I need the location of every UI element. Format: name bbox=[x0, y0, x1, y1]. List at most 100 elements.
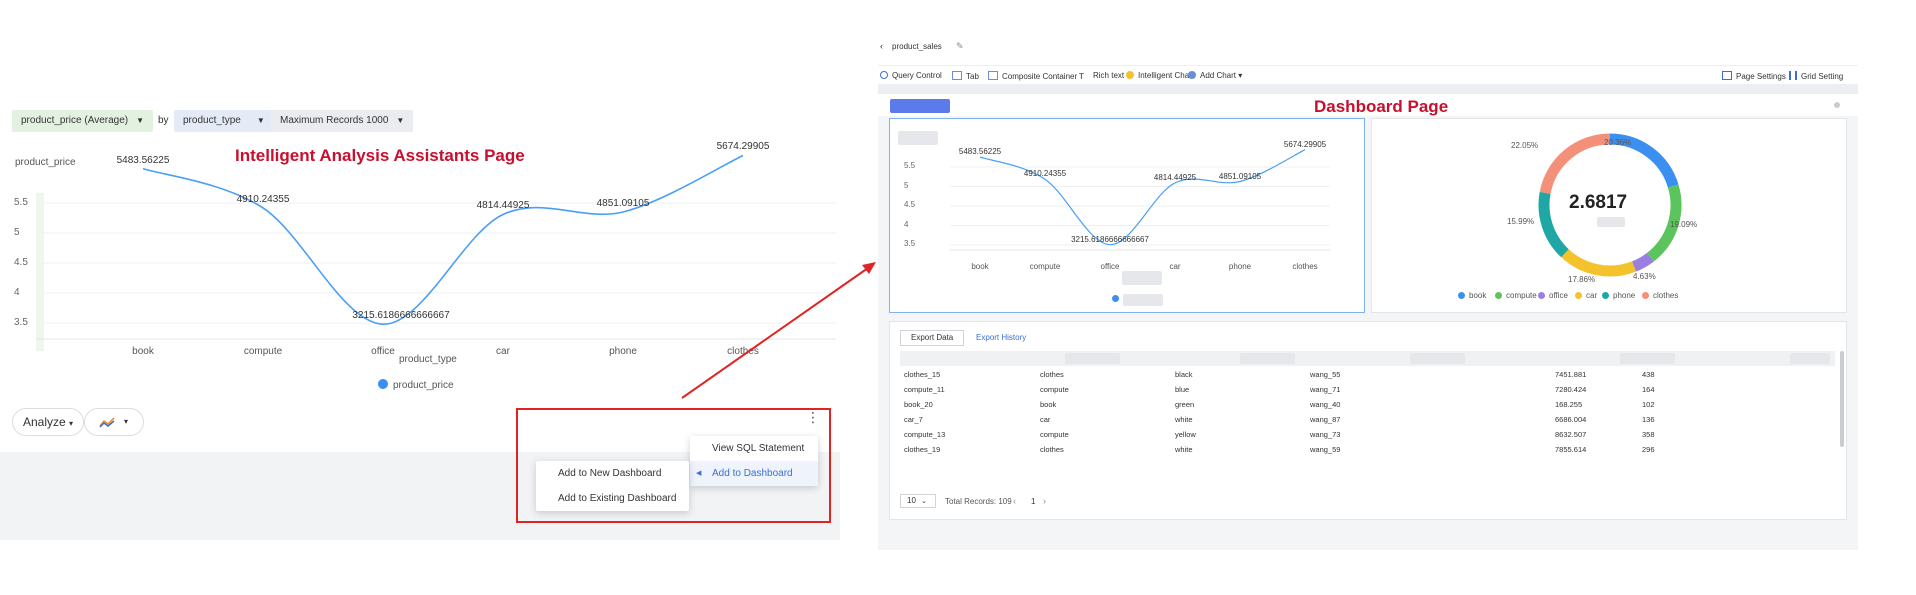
table-cell: 438 bbox=[1642, 370, 1655, 379]
table-cell: 7855.614 bbox=[1555, 445, 1587, 454]
table-cell: car_7 bbox=[904, 415, 923, 424]
toolbar-page-settings[interactable]: Page Settings bbox=[1722, 71, 1786, 81]
toolbar-tab[interactable]: Tab bbox=[952, 71, 979, 81]
table-cell: book bbox=[1040, 400, 1057, 409]
toolbar-rich-text[interactable]: T Rich text bbox=[1079, 71, 1124, 81]
table-cell: wang_59 bbox=[1310, 445, 1341, 454]
current-page[interactable]: 1 bbox=[1031, 497, 1035, 506]
search-icon bbox=[880, 71, 888, 79]
legend-label: car bbox=[1586, 291, 1598, 300]
table-header bbox=[900, 351, 1835, 366]
table-cell: clothes_15 bbox=[904, 370, 941, 379]
x-tick-label: clothes bbox=[1292, 262, 1318, 271]
donut-slice[interactable] bbox=[1561, 249, 1636, 277]
blurred-axis-label bbox=[1122, 271, 1162, 285]
canvas-header-bar bbox=[878, 84, 1858, 94]
chevron-down-icon: ⌄ bbox=[921, 498, 928, 505]
legend-label: phone bbox=[1613, 291, 1636, 300]
total-records: Total Records: 109 bbox=[945, 497, 1012, 506]
dashboard-line-card[interactable]: 5.5 5 4.5 4 3.5 5483.56225 book 4910.24355 compu… bbox=[889, 118, 1365, 313]
edit-icon[interactable]: ✎ bbox=[956, 41, 964, 52]
y-tick-label: 4.5 bbox=[904, 200, 916, 209]
donut-slice[interactable] bbox=[1538, 191, 1569, 258]
donut-legend-item[interactable]: clothes bbox=[1642, 291, 1678, 300]
x-tick-label: office bbox=[1100, 262, 1120, 271]
data-label: 5483.56225 bbox=[958, 147, 1002, 157]
table-cell: black bbox=[1175, 370, 1193, 379]
table-cell: wang_87 bbox=[1310, 415, 1341, 424]
legend-label: clothes bbox=[1653, 291, 1679, 300]
table-cell: wang_73 bbox=[1310, 430, 1341, 439]
donut-slice[interactable] bbox=[1539, 133, 1611, 195]
settings-icon bbox=[1722, 71, 1732, 80]
slice-pct-book: 20.36% bbox=[1604, 138, 1632, 147]
toolbar-composite-container[interactable]: Composite Container bbox=[988, 71, 1077, 81]
donut-center-value: 2.6817 bbox=[1569, 192, 1628, 213]
table-cell: compute_13 bbox=[904, 430, 946, 439]
tab-export-history[interactable]: Export History bbox=[976, 333, 1026, 342]
table-scrollbar[interactable] bbox=[1840, 351, 1844, 447]
data-label: 4814.44925 bbox=[1153, 172, 1197, 182]
blurred-header bbox=[1065, 353, 1120, 364]
dashboard-donut-card[interactable]: 2.6817 20.36% 19.09% 4.63% 17.86% 15.99%… bbox=[1371, 118, 1847, 313]
data-label: 4910.24355 bbox=[1023, 169, 1067, 179]
legend-dot-icon bbox=[1458, 292, 1465, 299]
blurred-header bbox=[1240, 353, 1295, 364]
spark-icon bbox=[1126, 71, 1134, 79]
table-cell: car bbox=[1040, 415, 1051, 424]
donut-legend-item[interactable]: car bbox=[1575, 291, 1597, 300]
table-cell: 164 bbox=[1642, 385, 1655, 394]
next-page-icon[interactable]: › bbox=[1043, 496, 1046, 506]
prev-page-icon[interactable]: ‹ bbox=[1013, 496, 1016, 506]
legend-dot-icon bbox=[1495, 292, 1502, 299]
table-cell: clothes_19 bbox=[904, 445, 941, 454]
legend-dot-icon bbox=[1602, 292, 1609, 299]
x-tick-label: car bbox=[1169, 262, 1181, 271]
slice-pct-phone: 15.99% bbox=[1507, 217, 1535, 226]
blurred-button[interactable] bbox=[890, 99, 950, 113]
data-label: 5674.29905 bbox=[1283, 139, 1327, 149]
donut-legend-item[interactable]: book bbox=[1458, 291, 1486, 300]
grid-icon bbox=[1789, 71, 1797, 80]
table-cell: 102 bbox=[1642, 400, 1655, 409]
toolbar-grid-setting[interactable]: Grid Setting bbox=[1789, 71, 1843, 81]
donut-legend-item[interactable]: compute bbox=[1495, 291, 1537, 300]
table-cell: 296 bbox=[1642, 445, 1655, 454]
status-dot-icon bbox=[1834, 102, 1840, 108]
table-cell: white bbox=[1175, 415, 1193, 424]
legend-dot-icon bbox=[1642, 292, 1649, 299]
legend-label: compute bbox=[1506, 291, 1537, 300]
table-cell: yellow bbox=[1175, 430, 1196, 439]
table-cell: compute bbox=[1040, 385, 1069, 394]
toolbar-divider bbox=[878, 65, 1858, 66]
blurred-header bbox=[1410, 353, 1465, 364]
table-cell: 6686.004 bbox=[1555, 415, 1587, 424]
donut-legend-item[interactable]: phone bbox=[1602, 291, 1635, 300]
y-tick-label: 5.5 bbox=[904, 161, 916, 170]
toolbar-intelligent-chart[interactable]: Intelligent Chart bbox=[1126, 71, 1194, 80]
toolbar-query-control[interactable]: Query Control bbox=[880, 71, 942, 80]
legend-dot-icon bbox=[1112, 295, 1119, 302]
dashboard-page: ‹ product_sales ✎ Query Control Tab Comp… bbox=[878, 38, 1858, 550]
legend-dot-icon bbox=[1575, 292, 1582, 299]
toolbar-add-chart[interactable]: Add Chart ▾ bbox=[1188, 71, 1242, 80]
chevron-down-icon: ▾ bbox=[1238, 71, 1243, 80]
table-cell: 168.255 bbox=[1555, 400, 1583, 409]
x-tick-label: compute bbox=[1029, 262, 1061, 271]
table-cell: 8632.507 bbox=[1555, 430, 1587, 439]
table-cell: book_20 bbox=[904, 400, 933, 409]
table-cell: wang_40 bbox=[1310, 400, 1341, 409]
table-cell: compute_11 bbox=[904, 385, 945, 394]
x-tick-label: book bbox=[971, 262, 989, 271]
donut-slice[interactable] bbox=[1631, 252, 1654, 272]
data-label: 3215.6186666666667 bbox=[1071, 234, 1149, 244]
y-tick-label: 3.5 bbox=[904, 239, 916, 248]
back-icon[interactable]: ‹ bbox=[880, 41, 883, 51]
table-cell: clothes bbox=[1040, 445, 1064, 454]
dashboard-table-card: Export Data Export History clothes_15clo… bbox=[889, 321, 1847, 520]
page-size-select[interactable]: 10 ⌄ bbox=[900, 494, 936, 508]
legend-dot-icon bbox=[1538, 292, 1545, 299]
tab-export-data[interactable]: Export Data bbox=[900, 330, 965, 346]
dashboard-title: Dashboard Page bbox=[1314, 97, 1449, 116]
donut-legend-item[interactable]: office bbox=[1538, 291, 1568, 300]
